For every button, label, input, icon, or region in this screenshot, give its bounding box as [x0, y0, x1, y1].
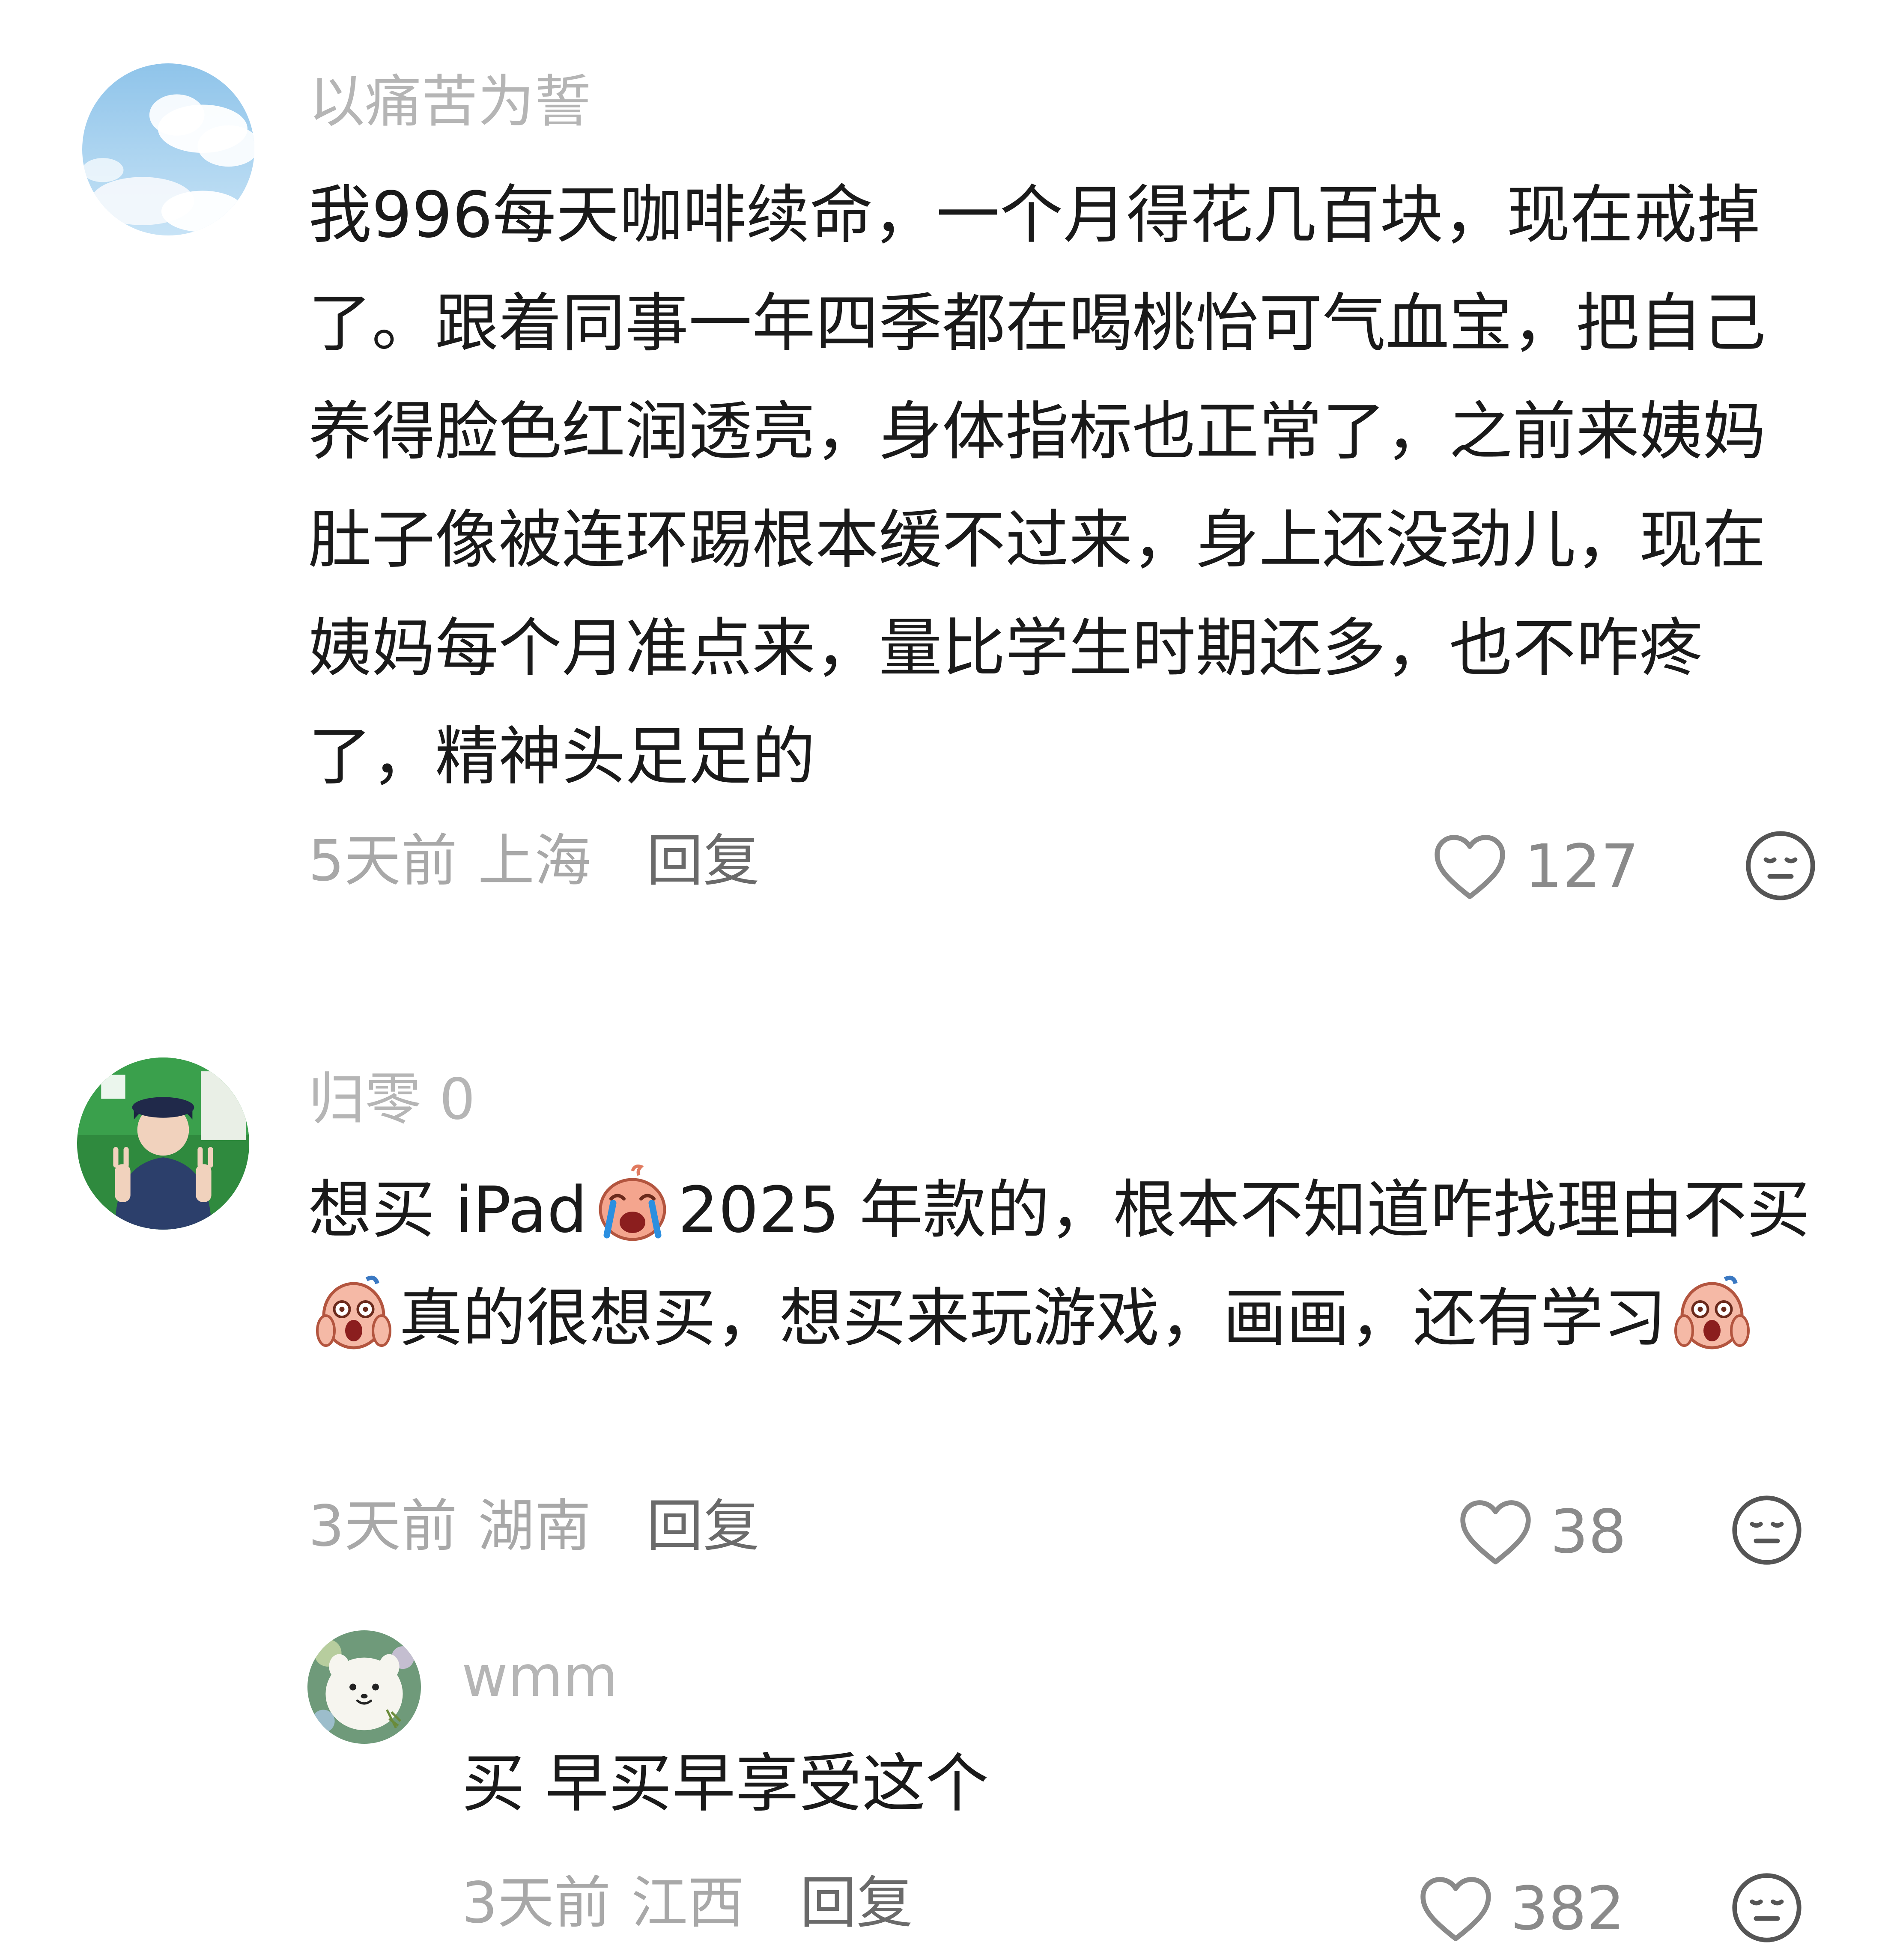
reply-location: 江西 [631, 1870, 744, 1936]
dislike-button[interactable] [1730, 1493, 1804, 1567]
avatar[interactable] [307, 1630, 421, 1744]
like-button[interactable]: 382 [1418, 1873, 1625, 1945]
comment-text-part: 2025 年款的，根本不知道咋找理由不买 [678, 1173, 1810, 1247]
neutral-face-icon [1732, 1873, 1802, 1942]
sky-cloud-avatar-icon [82, 63, 254, 235]
comment-meta: 3天前 湖南 回复 [308, 1494, 760, 1558]
reply-username[interactable]: wmm [462, 1648, 618, 1705]
person-peace-sign-avatar-icon [77, 1057, 249, 1230]
neutral-face-icon [1732, 1495, 1802, 1565]
heart-outline-icon [1435, 835, 1505, 899]
reply-time: 3天前 [462, 1870, 611, 1936]
reply-meta: 3天前 江西 回复 [462, 1871, 913, 1935]
comment-location: 湖南 [477, 1493, 591, 1559]
comment-time: 3天前 [308, 1493, 457, 1559]
like-button[interactable]: 127 [1432, 831, 1639, 903]
neutral-face-icon [1746, 831, 1815, 900]
reply-text: 买 早买早享受这个 [462, 1747, 989, 1820]
comment-text-part: 想买 iPad [308, 1173, 588, 1247]
comment-text: 我996每天咖啡续命，一个月得花几百块，现在戒掉了。跟着同事一年四季都在喝桃怡可… [308, 178, 1766, 793]
like-count: 382 [1510, 1874, 1625, 1944]
comment-text-part: 真的很想买，想买来玩游戏，画画，还有学习 [399, 1281, 1667, 1355]
dislike-button[interactable] [1730, 1871, 1804, 1945]
white-dog-avatar-icon [307, 1630, 421, 1744]
like-count: 38 [1550, 1497, 1627, 1567]
like-count: 127 [1524, 832, 1639, 902]
comment-username[interactable]: 以痛苦为誓 [308, 74, 591, 130]
avatar[interactable] [82, 63, 254, 235]
screaming-face-emoji-icon [1669, 1271, 1755, 1356]
comment-username[interactable]: 归零 0 [308, 1071, 475, 1128]
comment-meta: 5天前 上海 回复 [308, 829, 760, 893]
reply-button[interactable]: 回复 [647, 1493, 760, 1559]
comment-location: 上海 [477, 828, 591, 894]
avatar[interactable] [77, 1057, 249, 1230]
screaming-face-emoji-icon [311, 1271, 397, 1356]
crying-face-emoji-icon [590, 1162, 675, 1248]
comment-text: 想买 iPad 2025 年款的，根本不知道咋找理由不买 真的很想买，想买来玩游… [308, 1156, 1824, 1373]
like-button[interactable]: 38 [1458, 1496, 1626, 1569]
dislike-button[interactable] [1744, 829, 1817, 903]
reply-button[interactable]: 回复 [800, 1870, 913, 1936]
comment-time: 5天前 [308, 828, 457, 894]
reply-button[interactable]: 回复 [647, 828, 760, 894]
heart-outline-icon [1460, 1500, 1531, 1564]
heart-outline-icon [1420, 1877, 1491, 1941]
